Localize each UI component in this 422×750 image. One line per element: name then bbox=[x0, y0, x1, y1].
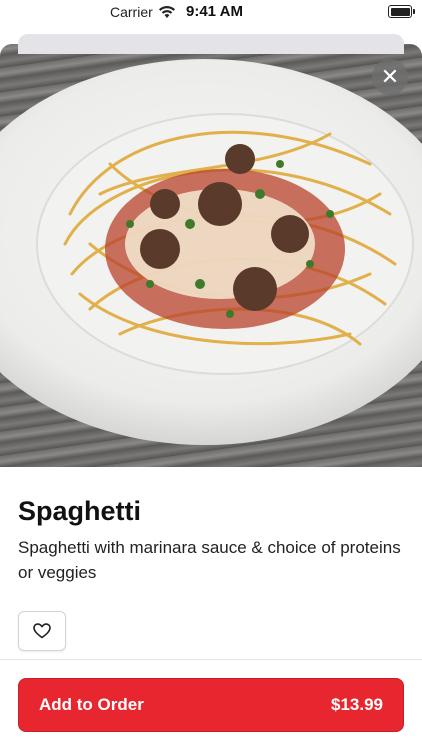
close-button[interactable]: ✕ bbox=[372, 59, 408, 95]
price-label: $13.99 bbox=[331, 695, 383, 714]
dish-photo bbox=[0, 44, 422, 467]
battery-icon bbox=[388, 5, 415, 18]
carrier-label: Carrier bbox=[110, 4, 153, 20]
favorite-button[interactable] bbox=[18, 611, 66, 651]
item-title: Spaghetti bbox=[18, 496, 142, 526]
item-description: Spaghetti with marinara sauce & choice o… bbox=[18, 538, 401, 582]
divider bbox=[0, 659, 422, 660]
background-sheet bbox=[18, 34, 404, 54]
close-icon[interactable]: ✕ bbox=[381, 66, 399, 88]
add-to-order-button[interactable]: Add to Order $13.99 bbox=[18, 678, 404, 732]
heart-icon[interactable] bbox=[33, 623, 51, 639]
status-bar: Carrier 9:41 AM bbox=[0, 0, 422, 26]
wifi-icon bbox=[159, 6, 175, 18]
add-to-order-label: Add to Order bbox=[39, 695, 144, 714]
spaghetti-plate-image bbox=[0, 59, 422, 445]
clock: 9:41 AM bbox=[186, 3, 243, 20]
